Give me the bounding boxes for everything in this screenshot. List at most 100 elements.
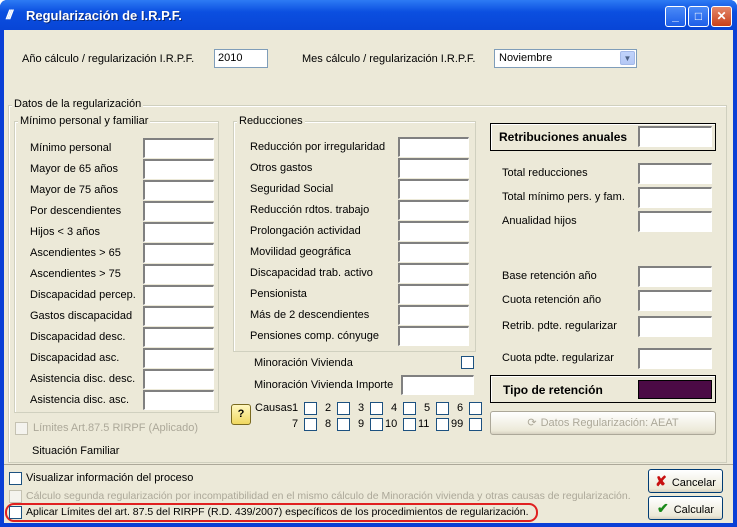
right-bottom-input[interactable] — [638, 348, 712, 369]
checkmark-icon: ✔ — [656, 500, 669, 516]
minimo-item-input[interactable] — [143, 264, 214, 284]
minimo-item-input[interactable] — [143, 327, 214, 347]
causa-label: 11 — [418, 418, 430, 430]
minimo-item-label: Asistencia disc. asc. — [30, 394, 130, 406]
minimo-item-input[interactable] — [143, 348, 214, 368]
cancelar-label: Cancelar — [671, 477, 716, 489]
right-bottom-input[interactable] — [638, 290, 712, 311]
causa-checkbox[interactable] — [370, 402, 383, 415]
minimo-item-label: Mínimo personal — [30, 142, 112, 154]
tipo-retencion-value[interactable] — [638, 380, 712, 399]
situacion-familiar-label: Situación Familiar — [32, 445, 120, 457]
help-button[interactable]: ? — [231, 404, 251, 425]
right-top-input[interactable] — [638, 211, 712, 232]
refresh-icon: ⟳ — [527, 417, 537, 429]
causa-checkbox[interactable] — [436, 418, 449, 431]
minimo-item-label: Mayor de 65 años — [30, 163, 119, 175]
minimo-item-input[interactable] — [143, 138, 214, 158]
limites-checkbox[interactable] — [15, 422, 28, 435]
causa-checkbox[interactable] — [337, 402, 350, 415]
minoracion-importe-input[interactable] — [401, 375, 474, 395]
minimo-item-input[interactable] — [143, 180, 214, 200]
reducciones-item-label: Movilidad geográfica — [250, 246, 351, 258]
month-label: Mes cálculo / regularización I.R.P.F. — [302, 53, 476, 65]
causa-checkbox[interactable] — [403, 402, 416, 415]
window-client: Año cálculo / regularización I.R.P.F. 20… — [4, 30, 733, 523]
causa-checkbox[interactable] — [469, 418, 482, 431]
minimo-item-input[interactable] — [143, 285, 214, 305]
right-bottom-label: Cuota pdte. regularizar — [502, 352, 614, 364]
minimo-item-input[interactable] — [143, 159, 214, 179]
close-icon: ✕ — [716, 9, 727, 23]
chevron-down-icon[interactable]: ▼ — [620, 51, 635, 65]
aeat-button-label: Datos Regularización: AEAT — [540, 417, 679, 429]
reducciones-item-input[interactable] — [398, 179, 469, 199]
reducciones-item-label: Reducción rdtos. trabajo — [250, 204, 370, 216]
causa-label: 9 — [358, 418, 365, 430]
reducciones-group-title: Reducciones — [237, 115, 305, 127]
causa-checkbox[interactable] — [370, 418, 383, 431]
right-bottom-input[interactable] — [638, 316, 712, 337]
question-icon: ? — [237, 408, 245, 420]
window-title: Regularización de I.R.P.F. — [26, 8, 182, 23]
maximize-button[interactable]: □ — [688, 6, 709, 27]
causa-checkbox[interactable] — [304, 418, 317, 431]
causa-label: 10 — [385, 418, 398, 430]
reducciones-item-input[interactable] — [398, 242, 469, 262]
minimo-item-input[interactable] — [143, 222, 214, 242]
right-bottom-input[interactable] — [638, 266, 712, 287]
calculo-segunda-checkbox[interactable] — [9, 490, 22, 503]
causa-label: 8 — [325, 418, 332, 430]
visualizar-checkbox[interactable] — [9, 472, 22, 485]
causa-checkbox[interactable] — [304, 402, 317, 415]
reducciones-item-input[interactable] — [398, 263, 469, 283]
reducciones-item-input[interactable] — [398, 137, 469, 157]
causa-checkbox[interactable] — [337, 418, 350, 431]
minimo-item-input[interactable] — [143, 369, 214, 389]
cancelar-button[interactable]: ✘ Cancelar — [648, 469, 723, 493]
minimo-group-title: Mínimo personal y familiar — [18, 115, 151, 127]
minimo-item-label: Por descendientes — [30, 205, 122, 217]
reducciones-item-input[interactable] — [398, 158, 469, 178]
datos-group-title: Datos de la regularización — [12, 98, 144, 110]
causa-checkbox[interactable] — [403, 418, 416, 431]
month-select[interactable]: Noviembre ▼ — [494, 49, 637, 68]
title-bar[interactable]: /// Regularización de I.R.P.F. _ □ ✕ — [0, 0, 737, 30]
minimo-item-label: Hijos < 3 años — [30, 226, 101, 238]
close-button[interactable]: ✕ — [711, 6, 732, 27]
causa-label: 3 — [358, 402, 365, 414]
minimo-item-label: Mayor de 75 años — [30, 184, 119, 196]
right-top-input[interactable] — [638, 187, 712, 208]
reducciones-item-input[interactable] — [398, 305, 469, 325]
retribuciones-input[interactable] — [638, 126, 712, 147]
right-bottom-label: Base retención año — [502, 270, 597, 282]
reducciones-item-input[interactable] — [398, 326, 469, 346]
year-value: 2010 — [218, 52, 243, 64]
minimo-item-input[interactable] — [143, 306, 214, 326]
minimo-item-label: Ascendientes > 75 — [30, 268, 121, 280]
right-top-label: Total mínimo pers. y fam. — [502, 191, 625, 203]
reducciones-item-input[interactable] — [398, 200, 469, 220]
causa-label: 2 — [325, 402, 332, 414]
retribuciones-label: Retribuciones anuales — [499, 130, 628, 144]
visualizar-label: Visualizar información del proceso — [26, 472, 194, 484]
minoracion-vivienda-checkbox[interactable] — [461, 356, 474, 369]
reducciones-item-input[interactable] — [398, 284, 469, 304]
calcular-button[interactable]: ✔ Calcular — [648, 496, 723, 520]
causa-checkbox[interactable] — [469, 402, 482, 415]
minimo-item-input[interactable] — [143, 243, 214, 263]
minimo-item-input[interactable] — [143, 390, 214, 410]
reducciones-item-label: Más de 2 descendientes — [250, 309, 370, 321]
causa-checkbox[interactable] — [436, 402, 449, 415]
minoracion-vivienda-label: Minoración Vivienda — [254, 357, 353, 369]
aeat-button[interactable]: ⟳ Datos Regularización: AEAT — [490, 411, 716, 435]
aplicar-checkbox[interactable] — [9, 506, 22, 519]
month-value: Noviembre — [499, 52, 553, 64]
limites-label: Límites Art.87.5 RIRPF (Aplicado) — [33, 422, 199, 434]
minimize-button[interactable]: _ — [665, 6, 686, 27]
reducciones-item-input[interactable] — [398, 221, 469, 241]
minimo-item-input[interactable] — [143, 201, 214, 221]
causas-label: Causas — [255, 402, 293, 414]
right-top-input[interactable] — [638, 163, 712, 184]
year-input[interactable]: 2010 — [214, 49, 268, 68]
